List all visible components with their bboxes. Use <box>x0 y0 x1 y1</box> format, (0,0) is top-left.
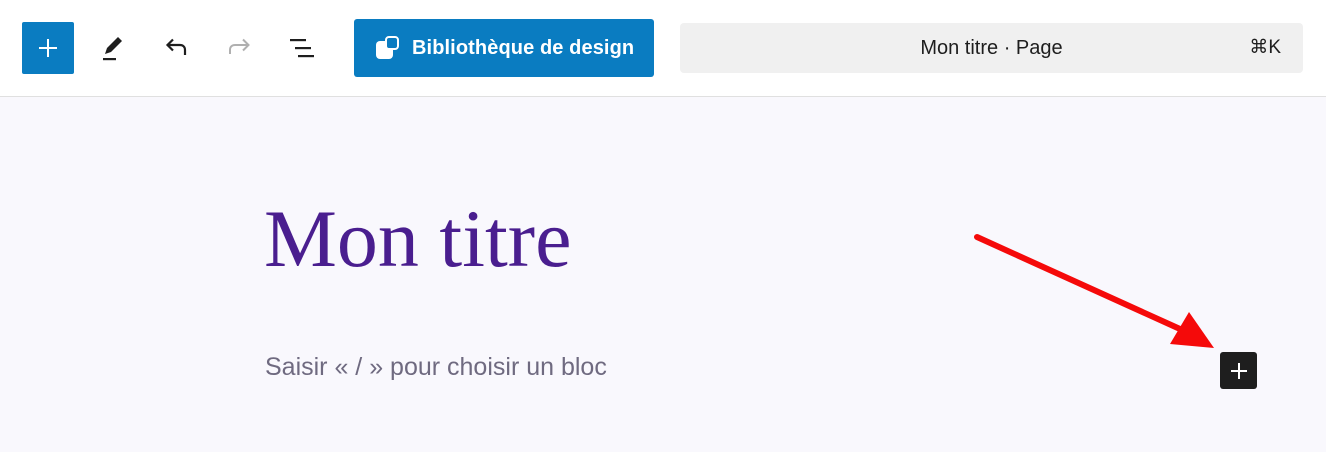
redo-icon <box>229 38 250 54</box>
page-title[interactable]: Mon titre <box>264 193 571 284</box>
list-view-icon <box>290 39 314 58</box>
plus-icon <box>1230 362 1247 379</box>
block-placeholder[interactable]: Saisir « / » pour choisir un bloc <box>265 353 607 382</box>
undo-button[interactable] <box>152 24 200 72</box>
undo-icon <box>165 38 187 55</box>
pencil-icon <box>103 37 122 61</box>
command-bar-label: Mon titre · Page <box>920 36 1063 59</box>
command-palette-bar[interactable]: Mon titre · Page ⌘K <box>680 23 1303 73</box>
document-overview-button[interactable] <box>278 24 326 72</box>
design-library-icon <box>376 36 399 59</box>
command-shortcut: ⌘K <box>1249 37 1281 58</box>
plus-icon <box>39 39 57 57</box>
redo-button[interactable] <box>216 24 264 72</box>
design-library-label: Bibliothèque de design <box>412 36 635 59</box>
inline-add-block-button[interactable] <box>1220 352 1257 389</box>
editor-toolbar: Bibliothèque de design Mon titre · Page … <box>0 0 1326 97</box>
add-block-button[interactable] <box>22 22 74 74</box>
design-library-button[interactable]: Bibliothèque de design <box>354 19 654 77</box>
edit-tool-button[interactable] <box>88 24 136 72</box>
